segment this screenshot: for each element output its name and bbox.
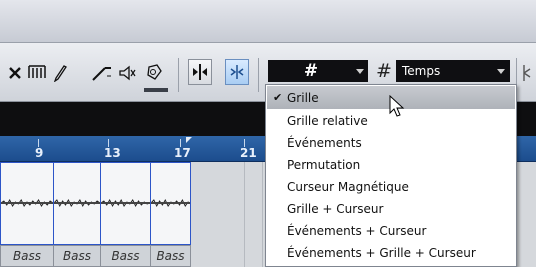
audio-event[interactable] [53, 162, 101, 245]
event-name-label: Bass [100, 245, 151, 267]
checkmark-icon: ✔ [273, 91, 283, 104]
timeline-marker: 17 [174, 146, 191, 160]
event-name-label: Bass [150, 245, 191, 267]
quantize-dropdown[interactable]: Temps [396, 60, 510, 82]
menu-item-grille-curseur[interactable]: Grille + Curseur [267, 197, 515, 220]
timeline-marker: 21 [240, 146, 257, 160]
toolbar-separator [178, 58, 179, 92]
timeline-marker: 13 [104, 146, 121, 160]
menu-item-label: Curseur Magnétique [287, 179, 409, 194]
mouse-pointer-icon [389, 94, 405, 123]
menu-item-curseur-magnetique[interactable]: Curseur Magnétique [267, 175, 515, 198]
menu-item-evenements-curseur[interactable]: Événements + Curseur [267, 219, 515, 242]
loop-marker-flag [186, 137, 192, 143]
grid-line [244, 162, 245, 267]
event-name-label: Bass [53, 245, 101, 267]
autoscroll-button[interactable] [188, 59, 212, 85]
timeline-marker: 9 [35, 146, 44, 160]
menu-item-label: Grille + Curseur [287, 201, 384, 216]
menu-item-label: Événements + Grille + Curseur [287, 245, 476, 260]
menu-item-label: Grille [287, 90, 319, 105]
grid-icon: # [303, 61, 319, 81]
tool-underline [144, 88, 168, 92]
window-top-bar [0, 0, 536, 43]
menu-item-label: Permutation [287, 157, 361, 172]
audio-event[interactable] [100, 162, 151, 245]
quantize-grid-icon: # [376, 60, 392, 82]
chevron-down-icon[interactable] [356, 69, 364, 74]
menu-item-evenements[interactable]: Événements [267, 131, 515, 154]
snap-toggle-button[interactable] [225, 59, 249, 85]
toolbar-separator [258, 58, 259, 92]
menu-item-label: Événements [287, 135, 362, 150]
erase-icon[interactable] [6, 62, 24, 84]
menu-item-permutation[interactable]: Permutation [267, 153, 515, 176]
menu-item-label: Grille relative [287, 113, 368, 128]
cursor-icon[interactable] [520, 62, 536, 84]
pencil-icon[interactable] [50, 62, 70, 84]
quantize-value: Temps [402, 64, 441, 78]
line-tool-icon[interactable] [90, 62, 114, 84]
event-name-label: Bass [0, 245, 54, 267]
menu-item-evenements-grille-curseur[interactable]: Événements + Grille + Curseur [267, 241, 515, 264]
chevron-down-icon[interactable] [497, 69, 505, 74]
play-tool-icon[interactable] [142, 62, 166, 84]
audio-event[interactable] [150, 162, 191, 245]
grid-line [262, 162, 263, 267]
mute-icon[interactable] [116, 62, 138, 84]
audio-event[interactable] [0, 162, 54, 245]
menu-item-label: Événements + Curseur [287, 223, 427, 238]
snap-type-dropdown[interactable]: # [268, 60, 368, 82]
split-icon[interactable] [26, 62, 48, 84]
